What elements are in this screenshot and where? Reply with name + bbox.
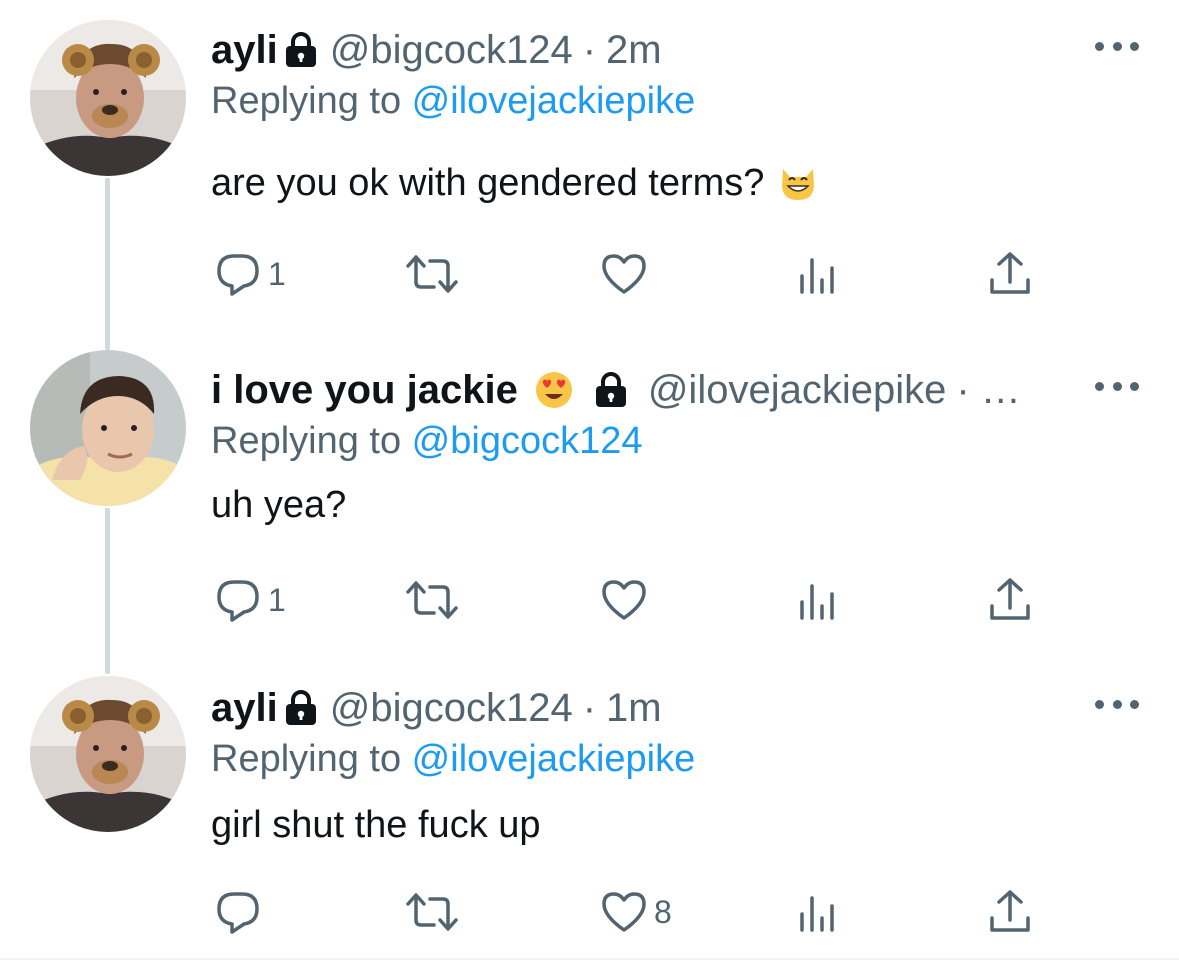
replying-to: Replying to @bigcock124 xyxy=(211,418,1119,464)
replying-to: Replying to @ilovejackiepike xyxy=(211,736,1119,782)
retweet-icon xyxy=(406,893,458,931)
avatar[interactable] xyxy=(30,350,186,506)
separator: · … xyxy=(956,368,1021,412)
user-handle[interactable]: @bigcock124 xyxy=(330,26,573,74)
replying-to-handle[interactable]: @ilovejackiepike xyxy=(412,738,696,780)
separator: · xyxy=(582,686,597,730)
separator: · xyxy=(582,28,597,72)
replying-to-handle[interactable]: @ilovejackiepike xyxy=(412,80,696,122)
replying-to-label: Replying to xyxy=(211,420,412,462)
more-icon[interactable] xyxy=(1095,376,1139,396)
lock-icon xyxy=(594,372,628,408)
replying-to-label: Replying to xyxy=(211,738,412,780)
display-name[interactable]: ayli xyxy=(211,26,278,74)
share-button[interactable] xyxy=(986,570,1034,630)
reply-icon xyxy=(217,254,259,296)
display-name[interactable]: ayli xyxy=(211,684,278,732)
tweet-actions: 8 xyxy=(0,882,1179,942)
reply-icon xyxy=(217,580,259,622)
views-button[interactable] xyxy=(796,244,840,304)
views-icon xyxy=(800,896,834,932)
like-button[interactable]: 8 xyxy=(600,882,672,942)
tweet-actions: 1 xyxy=(0,244,1179,304)
more-icon[interactable] xyxy=(1095,694,1139,714)
lock-icon xyxy=(284,32,318,68)
views-icon xyxy=(800,258,834,294)
retweet-button[interactable] xyxy=(404,882,466,942)
views-icon xyxy=(800,584,834,620)
tweet-text: are you ok with gendered terms? xyxy=(211,162,765,204)
tweet[interactable]: ayli @bigcock124 · 2m Replying to @ilove… xyxy=(0,0,1179,330)
reply-count: 1 xyxy=(268,581,286,618)
display-name[interactable]: i love you jackie xyxy=(211,366,518,414)
like-button[interactable] xyxy=(600,244,654,304)
views-button[interactable] xyxy=(796,882,840,942)
timestamp[interactable]: 2m xyxy=(606,26,662,74)
replying-to-handle[interactable]: @bigcock124 xyxy=(412,420,643,462)
divider xyxy=(0,958,1179,960)
tweet-text-row: girl shut the fuck up xyxy=(211,802,1119,848)
like-button[interactable] xyxy=(600,570,654,630)
tweet-text-row: uh yea? xyxy=(211,482,1119,528)
heart-eyes-emoji xyxy=(534,370,574,410)
reply-button[interactable] xyxy=(214,882,268,942)
share-button[interactable] xyxy=(986,882,1034,942)
retweet-icon xyxy=(406,255,458,293)
tweet-text: girl shut the fuck up xyxy=(211,804,541,846)
retweet-button[interactable] xyxy=(404,570,466,630)
like-count: 8 xyxy=(654,893,672,930)
views-button[interactable] xyxy=(796,570,840,630)
tweet-header: i love you jackie @ilovejackiepike · … xyxy=(211,366,1119,414)
retweet-icon xyxy=(406,581,458,619)
reply-icon xyxy=(217,892,259,934)
share-icon xyxy=(990,890,1030,932)
retweet-button[interactable] xyxy=(404,244,466,304)
avatar[interactable] xyxy=(30,676,186,832)
reply-button[interactable]: 1 xyxy=(214,244,286,304)
share-button[interactable] xyxy=(986,244,1034,304)
timestamp[interactable]: 1m xyxy=(606,684,662,732)
share-icon xyxy=(990,252,1030,294)
heart-icon xyxy=(602,892,646,932)
tweet[interactable]: i love you jackie @ilovejackiepike · … R… xyxy=(0,330,1179,660)
avatar[interactable] xyxy=(30,20,186,176)
replying-to: Replying to @ilovejackiepike xyxy=(211,78,1119,124)
tweet[interactable]: ayli @bigcock124 · 1m Replying to @ilove… xyxy=(0,660,1179,960)
tweet-header: ayli @bigcock124 · 1m xyxy=(211,684,1119,732)
tweet-text-row: are you ok with gendered terms? xyxy=(211,160,1119,206)
reply-count: 1 xyxy=(268,255,286,292)
grinning-cat-emoji xyxy=(778,163,818,203)
user-handle[interactable]: @ilovejackiepike xyxy=(648,366,947,414)
replying-to-label: Replying to xyxy=(211,80,412,122)
lock-icon xyxy=(284,690,318,726)
tweet-header: ayli @bigcock124 · 2m xyxy=(211,26,1119,74)
share-icon xyxy=(990,578,1030,620)
more-icon[interactable] xyxy=(1095,36,1139,56)
tweet-actions: 1 xyxy=(0,570,1179,630)
user-handle[interactable]: @bigcock124 xyxy=(330,684,573,732)
tweet-text: uh yea? xyxy=(211,484,347,526)
reply-button[interactable]: 1 xyxy=(214,570,286,630)
heart-icon xyxy=(602,580,646,620)
heart-icon xyxy=(602,254,646,294)
